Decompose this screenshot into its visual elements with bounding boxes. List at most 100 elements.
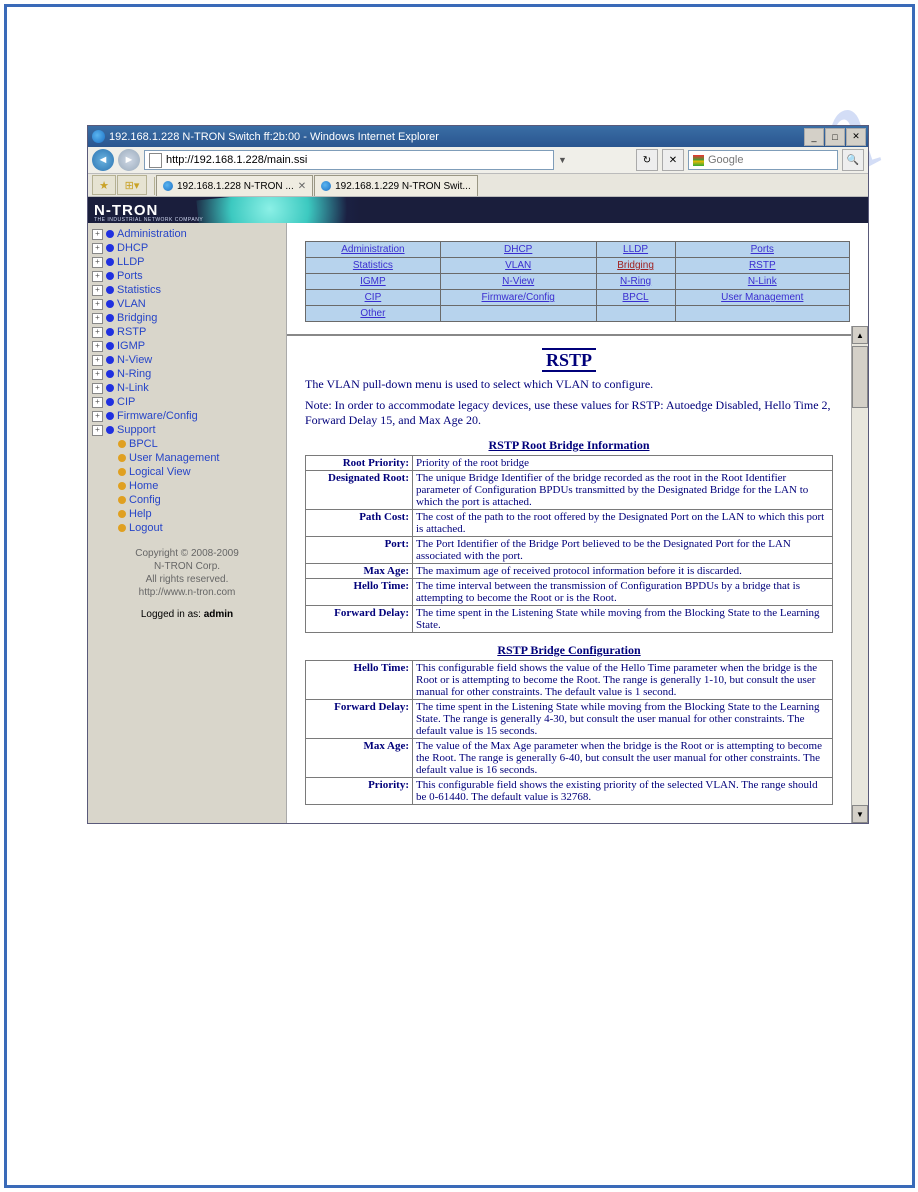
tab-close-icon[interactable]: ✕ xyxy=(298,181,306,192)
scroll-track[interactable] xyxy=(852,408,868,805)
nav-link[interactable]: N-View xyxy=(502,276,534,287)
sidebar-link[interactable]: Support xyxy=(117,424,156,436)
vertical-scrollbar[interactable]: ▲ ▼ xyxy=(851,326,868,823)
sidebar-link[interactable]: Bridging xyxy=(117,312,157,324)
expand-icon[interactable]: + xyxy=(92,313,103,324)
expand-icon[interactable]: + xyxy=(92,299,103,310)
sidebar-item[interactable]: + DHCP xyxy=(92,241,282,255)
sidebar-item[interactable]: Config xyxy=(106,493,282,507)
expand-icon[interactable]: + xyxy=(92,229,103,240)
tab-2[interactable]: 192.168.1.229 N-TRON Swit... xyxy=(314,175,478,196)
scroll-up-button[interactable]: ▲ xyxy=(852,326,868,344)
nav-link[interactable]: DHCP xyxy=(504,244,532,255)
sidebar-item[interactable]: + N-Link xyxy=(92,381,282,395)
window-title: 192.168.1.228 N-TRON Switch ff:2b:00 - W… xyxy=(109,131,439,143)
expand-icon[interactable]: + xyxy=(92,397,103,408)
sidebar-item[interactable]: Home xyxy=(106,479,282,493)
nav-link[interactable]: BPCL xyxy=(623,292,649,303)
sidebar-link[interactable]: Config xyxy=(129,494,161,506)
favorites-button[interactable]: ★ xyxy=(92,175,116,195)
favorites-bar-button[interactable]: ⊞▾ xyxy=(117,175,147,195)
sidebar-item[interactable]: + RSTP xyxy=(92,325,282,339)
minimize-button[interactable]: _ xyxy=(804,128,824,146)
back-button[interactable]: ◄ xyxy=(92,149,114,171)
tab-1[interactable]: 192.168.1.228 N-TRON ... ✕ xyxy=(156,175,313,196)
sidebar-item[interactable]: Logical View xyxy=(106,465,282,479)
expand-icon[interactable]: + xyxy=(92,411,103,422)
expand-icon[interactable]: + xyxy=(92,383,103,394)
sidebar-link[interactable]: Administration xyxy=(117,228,187,240)
copyright-link[interactable]: http://www.n-tron.com xyxy=(139,587,236,598)
sidebar-link[interactable]: DHCP xyxy=(117,242,148,254)
maximize-button[interactable]: □ xyxy=(825,128,845,146)
sidebar-link[interactable]: User Management xyxy=(129,452,220,464)
sidebar-link[interactable]: N-Ring xyxy=(117,368,151,380)
nav-link[interactable]: N-Link xyxy=(748,276,777,287)
sidebar-item[interactable]: + Ports xyxy=(92,269,282,283)
sidebar-link[interactable]: Logical View xyxy=(129,466,191,478)
refresh-button[interactable]: ↻ xyxy=(636,149,658,171)
nav-link[interactable]: Statistics xyxy=(353,260,393,271)
sidebar-link[interactable]: Home xyxy=(129,480,158,492)
sidebar-item[interactable]: + Support xyxy=(92,423,282,437)
sidebar-link[interactable]: N-View xyxy=(117,354,152,366)
expand-icon[interactable]: + xyxy=(92,243,103,254)
expand-icon[interactable]: + xyxy=(92,271,103,282)
sidebar-item[interactable]: Logout xyxy=(106,521,282,535)
sidebar-item[interactable]: + CIP xyxy=(92,395,282,409)
sidebar-item[interactable]: Help xyxy=(106,507,282,521)
sidebar-item[interactable]: + N-Ring xyxy=(92,367,282,381)
sidebar-item[interactable]: User Management xyxy=(106,451,282,465)
sidebar-link[interactable]: N-Link xyxy=(117,382,149,394)
expand-icon[interactable]: + xyxy=(92,425,103,436)
address-bar[interactable]: http://192.168.1.228/main.ssi xyxy=(144,150,554,170)
sidebar-item[interactable]: BPCL xyxy=(106,437,282,451)
nav-link[interactable]: User Management xyxy=(721,292,803,303)
sidebar-link[interactable]: Statistics xyxy=(117,284,161,296)
nav-link[interactable]: Ports xyxy=(751,244,774,255)
nav-link[interactable]: LLDP xyxy=(623,244,648,255)
sidebar-link[interactable]: IGMP xyxy=(117,340,145,352)
search-go-button[interactable]: 🔍 xyxy=(842,149,864,171)
nav-link[interactable]: VLAN xyxy=(505,260,531,271)
close-button[interactable]: ✕ xyxy=(846,128,866,146)
nav-link[interactable]: Firmware/Config xyxy=(482,292,555,303)
expand-icon[interactable]: + xyxy=(92,257,103,268)
bullet-icon xyxy=(106,412,114,420)
nav-link[interactable]: RSTP xyxy=(749,260,776,271)
nav-link[interactable]: CIP xyxy=(365,292,382,303)
sidebar-item[interactable]: + Firmware/Config xyxy=(92,409,282,423)
nav-link[interactable]: Bridging xyxy=(617,260,654,271)
sidebar-link[interactable]: Ports xyxy=(117,270,143,282)
sidebar-link[interactable]: BPCL xyxy=(129,438,158,450)
sidebar-item[interactable]: + Statistics xyxy=(92,283,282,297)
sidebar-item[interactable]: + VLAN xyxy=(92,297,282,311)
expand-icon[interactable]: + xyxy=(92,355,103,366)
sidebar-link[interactable]: VLAN xyxy=(117,298,146,310)
expand-icon[interactable]: + xyxy=(92,369,103,380)
address-bar-row: ◄ ► http://192.168.1.228/main.ssi ▼ ↻ ✕ … xyxy=(88,147,868,174)
scroll-thumb[interactable] xyxy=(852,346,868,408)
stop-button[interactable]: ✕ xyxy=(662,149,684,171)
scroll-down-button[interactable]: ▼ xyxy=(852,805,868,823)
nav-link[interactable]: IGMP xyxy=(360,276,386,287)
expand-icon[interactable]: + xyxy=(92,327,103,338)
sidebar-item[interactable]: + Administration xyxy=(92,227,282,241)
sidebar-link[interactable]: Firmware/Config xyxy=(117,410,198,422)
sidebar-item[interactable]: + N-View xyxy=(92,353,282,367)
nav-link[interactable]: N-Ring xyxy=(620,276,651,287)
expand-icon[interactable]: + xyxy=(92,341,103,352)
sidebar-link[interactable]: Logout xyxy=(129,522,163,534)
expand-icon[interactable]: + xyxy=(92,285,103,296)
sidebar-link[interactable]: LLDP xyxy=(117,256,145,268)
sidebar-item[interactable]: + IGMP xyxy=(92,339,282,353)
search-box[interactable]: Google xyxy=(688,150,838,170)
forward-button[interactable]: ► xyxy=(118,149,140,171)
nav-link[interactable]: Administration xyxy=(341,244,404,255)
sidebar-link[interactable]: RSTP xyxy=(117,326,146,338)
sidebar-item[interactable]: + Bridging xyxy=(92,311,282,325)
sidebar-item[interactable]: + LLDP xyxy=(92,255,282,269)
sidebar-link[interactable]: CIP xyxy=(117,396,135,408)
nav-link[interactable]: Other xyxy=(360,308,385,319)
sidebar-link[interactable]: Help xyxy=(129,508,152,520)
